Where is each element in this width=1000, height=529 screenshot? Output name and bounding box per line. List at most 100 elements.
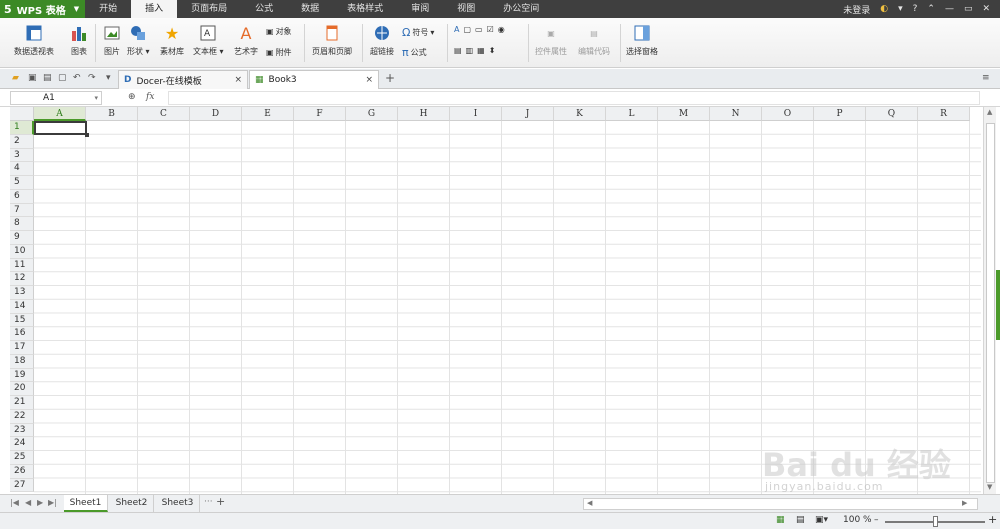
tab-formulas[interactable]: 公式 — [241, 0, 287, 18]
wordart-button[interactable]: A 艺术字 — [234, 18, 258, 57]
row-header[interactable]: 10 — [10, 244, 34, 259]
tab-home[interactable]: 开始 — [85, 0, 131, 18]
scrollbar-control-icon[interactable]: ▦ — [477, 46, 485, 55]
select-all-corner[interactable] — [10, 107, 34, 121]
row-header[interactable]: 25 — [10, 451, 34, 465]
tab-data[interactable]: 数据 — [287, 0, 333, 18]
row-header[interactable]: 19 — [10, 368, 34, 383]
help-icon[interactable]: ? — [913, 4, 918, 14]
row-header[interactable]: 6 — [10, 189, 34, 204]
last-sheet-icon[interactable]: ▶| — [48, 498, 57, 507]
cell-area[interactable] — [34, 121, 981, 494]
column-header[interactable]: H — [398, 107, 450, 121]
column-header[interactable]: A — [34, 107, 86, 121]
hyperlink-button[interactable]: 超链接 — [370, 18, 394, 57]
pivot-table-button[interactable]: 数据透视表 — [14, 18, 54, 57]
selection-pane-button[interactable]: 选择窗格 — [626, 18, 658, 57]
edit-code-button[interactable]: ▤ 编辑代码 — [578, 18, 610, 57]
picture-button[interactable]: 图片 — [103, 18, 121, 57]
function-icon[interactable]: fx — [146, 92, 154, 102]
restore-icon[interactable]: ▭ — [964, 4, 973, 14]
undo-icon[interactable]: ↶ — [73, 73, 81, 83]
column-header[interactable]: M — [658, 107, 710, 121]
spinner-control-icon[interactable]: ⬍ — [489, 46, 496, 55]
row-header[interactable]: 12 — [10, 272, 34, 286]
row-header[interactable]: 15 — [10, 313, 34, 328]
control-properties-button[interactable]: ▣ 控件属性 — [535, 18, 567, 57]
scroll-down-icon[interactable]: ▼ — [987, 483, 992, 491]
checkbox-control-icon[interactable]: ☑ — [487, 25, 494, 34]
row-header[interactable]: 7 — [10, 203, 34, 218]
row-header[interactable]: 9 — [10, 231, 34, 245]
new-tab-button[interactable]: + — [385, 71, 395, 85]
label-control-icon[interactable]: A — [454, 25, 459, 34]
zoom-slider-thumb[interactable] — [933, 516, 938, 527]
sheet-tab-sheet2[interactable]: Sheet2 — [110, 495, 154, 512]
attachment-button[interactable]: ▣ 附件 — [266, 47, 292, 58]
redo-icon[interactable]: ↷ — [88, 73, 96, 83]
chart-button[interactable]: 图表 — [70, 18, 88, 57]
shape-button[interactable]: 形状 ▾ — [127, 18, 150, 57]
textbox-control-icon[interactable]: ▢ — [463, 25, 471, 34]
row-header[interactable]: 1 — [10, 121, 34, 135]
collapse-ribbon-icon[interactable]: ⌃ — [927, 4, 935, 14]
side-panel-handle[interactable] — [996, 270, 1000, 340]
column-header[interactable]: F — [294, 107, 346, 121]
column-header[interactable]: K — [554, 107, 606, 121]
sheet-tab-sheet3[interactable]: Sheet3 — [156, 495, 200, 512]
row-header[interactable]: 5 — [10, 176, 34, 190]
normal-view-icon[interactable]: ▦ — [776, 515, 785, 525]
app-menu-button[interactable]: 5 WPS 表格 ▼ — [0, 0, 86, 18]
textbox-button[interactable]: A 文本框 ▾ — [193, 18, 224, 57]
row-header[interactable]: 18 — [10, 354, 34, 369]
tab-view[interactable]: 视图 — [443, 0, 489, 18]
row-header[interactable]: 20 — [10, 382, 34, 396]
first-sheet-icon[interactable]: |◀ — [10, 498, 19, 507]
zoom-formula-icon[interactable]: ⊕ — [128, 92, 136, 102]
next-sheet-icon[interactable]: ▶ — [37, 498, 43, 507]
row-header[interactable]: 13 — [10, 286, 34, 300]
row-header[interactable]: 23 — [10, 423, 34, 438]
tab-table-style[interactable]: 表格样式 — [333, 0, 397, 18]
row-header[interactable]: 14 — [10, 299, 34, 314]
close-icon[interactable]: × — [365, 75, 373, 85]
tab-page-layout[interactable]: 页面布局 — [177, 0, 241, 18]
button-control-icon[interactable]: ▭ — [475, 25, 483, 34]
print-preview-icon[interactable]: ▢ — [58, 73, 67, 83]
close-icon[interactable]: ✕ — [982, 4, 990, 14]
column-header[interactable]: N — [710, 107, 762, 121]
tab-book3[interactable]: ▦ Book3 × — [249, 70, 379, 89]
scroll-right-icon[interactable]: ▶ — [962, 499, 967, 507]
zoom-in-button[interactable]: + — [988, 513, 997, 526]
formula-input[interactable] — [168, 91, 980, 105]
zoom-level[interactable]: 100 % — [843, 515, 872, 525]
print-icon[interactable]: ▤ — [43, 73, 52, 83]
active-cell-a1[interactable] — [34, 121, 89, 137]
vertical-scrollbar[interactable]: ▲ ▼ — [983, 107, 996, 494]
reading-mode-icon[interactable]: ▣▾ — [815, 515, 828, 525]
tab-list-icon[interactable]: ≡ — [982, 73, 990, 83]
row-header[interactable]: 11 — [10, 258, 34, 273]
page-break-view-icon[interactable]: ▤ — [796, 515, 805, 525]
prev-sheet-icon[interactable]: ◀ — [25, 498, 31, 507]
row-header[interactable]: 8 — [10, 217, 34, 231]
listbox-control-icon[interactable]: ▤ — [454, 46, 462, 55]
column-header[interactable]: L — [606, 107, 658, 121]
minimize-icon[interactable]: — — [945, 4, 954, 14]
combobox-control-icon[interactable]: ▥ — [466, 46, 474, 55]
tab-office-space[interactable]: 办公空间 — [489, 0, 553, 18]
header-footer-button[interactable]: 页眉和页脚 — [312, 18, 352, 57]
row-header[interactable]: 3 — [10, 148, 34, 163]
tab-review[interactable]: 审阅 — [397, 0, 443, 18]
column-header[interactable]: E — [242, 107, 294, 121]
row-header[interactable]: 2 — [10, 134, 34, 149]
row-header[interactable]: 17 — [10, 341, 34, 355]
column-header[interactable]: R — [918, 107, 970, 121]
column-header[interactable]: D — [190, 107, 242, 121]
column-header[interactable]: J — [502, 107, 554, 121]
scroll-up-icon[interactable]: ▲ — [987, 108, 992, 116]
add-sheet-button[interactable]: + — [216, 495, 225, 508]
symbol-button[interactable]: Ω 符号 ▾ — [402, 26, 434, 39]
column-header[interactable]: O — [762, 107, 814, 121]
radio-control-icon[interactable]: ◉ — [498, 25, 505, 34]
